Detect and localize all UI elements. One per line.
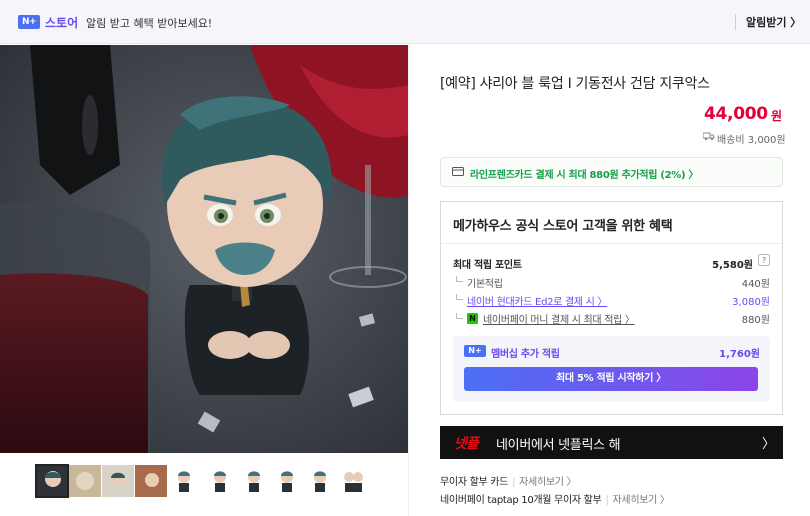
- promo-label: 네이버페이 taptap 10개월 무이자 할부: [440, 495, 602, 506]
- thumbnail-4[interactable]: [135, 465, 167, 497]
- naver-plus-badge: N+: [18, 15, 40, 29]
- product-price: 44,000: [704, 104, 768, 124]
- membership-start-button[interactable]: 최대 5% 적립 시작하기 〉: [464, 367, 758, 391]
- naver-pay-icon: N: [467, 313, 478, 324]
- max-points-label: 최대 적립 포인트: [453, 260, 522, 271]
- thumbnail-1[interactable]: [35, 464, 69, 498]
- promo-label: 무이자 할부 카드: [440, 477, 509, 488]
- product-main-image[interactable]: [0, 45, 408, 453]
- naver-plus-badge: N+: [464, 345, 486, 357]
- max-points-value: 5,580원: [712, 260, 753, 271]
- divider: [735, 14, 736, 30]
- thumbnail-3[interactable]: [102, 465, 134, 497]
- thumbnail-10[interactable]: [337, 465, 369, 497]
- netflix-promo-text: 네이버에서 넷플릭스 해: [496, 438, 621, 453]
- tree-branch-icon: [456, 276, 463, 282]
- divider: [441, 243, 782, 244]
- credit-card-icon: [452, 167, 464, 176]
- thumbnail-9[interactable]: [304, 465, 336, 497]
- help-icon[interactable]: ?: [758, 254, 770, 266]
- benefits-title: 메가하우스 공식 스토어 고객을 위한 혜택: [453, 219, 673, 234]
- thumbnail-strip: [0, 457, 408, 516]
- thumbnail-8[interactable]: [271, 465, 303, 497]
- card-promo-text: 라인프렌즈카드 결제 시 최대 880원 추가적립 (2%) 〉: [470, 170, 699, 181]
- product-title: [예약] 샤리아 블 룩업 I 기동전사 건담 지쿠악스: [440, 76, 710, 92]
- hyundai-card-link[interactable]: 네이버 현대카드 Ed2로 결제 시 〉: [467, 293, 607, 308]
- details-link[interactable]: 자세히보기 〉: [613, 495, 670, 506]
- naverpay-money-value: 880원: [741, 315, 770, 326]
- thumbnail-7[interactable]: [238, 465, 270, 497]
- basic-points-label: 기본적립: [467, 279, 503, 290]
- thumbnail-2[interactable]: [69, 465, 101, 497]
- netflix-logo: 넷플: [454, 436, 479, 452]
- naverpay-money-link[interactable]: 네이버페이 머니 결제 시 최대 적립 〉: [483, 311, 635, 326]
- details-link[interactable]: 자세히보기 〉: [519, 477, 576, 488]
- figure-photo: [0, 45, 408, 453]
- tree-branch-icon: [456, 313, 463, 319]
- shipping-fee: 배송비 3,000원: [717, 135, 786, 146]
- membership-value: 1,760원: [719, 349, 760, 360]
- thumbnail-5[interactable]: [168, 465, 200, 497]
- tree-branch-icon: [456, 294, 463, 300]
- hyundai-card-value: 3,080원: [732, 297, 770, 308]
- truck-icon: [703, 132, 715, 141]
- basic-points-value: 440원: [741, 279, 770, 290]
- column-divider: [408, 45, 409, 516]
- installment-promo-2: 네이버페이 taptap 10개월 무이자 할부 | 자세히보기 〉: [440, 495, 670, 506]
- store-label: 스토어: [45, 16, 79, 30]
- banner-message: 알림 받고 혜택 받아보세요!: [86, 17, 213, 30]
- notification-subscribe-button[interactable]: 알림받기 〉: [746, 14, 801, 30]
- membership-label: 멤버십 추가 적립: [491, 349, 560, 360]
- notification-banner: N+ 스토어 알림 받고 혜택 받아보세요! 알림받기 〉: [0, 0, 810, 44]
- thumbnail-6[interactable]: [204, 465, 236, 497]
- installment-promo-1: 무이자 할부 카드 | 자세히보기 〉: [440, 477, 577, 488]
- chevron-right-icon: 〉: [762, 437, 776, 452]
- price-unit: 원: [771, 109, 783, 123]
